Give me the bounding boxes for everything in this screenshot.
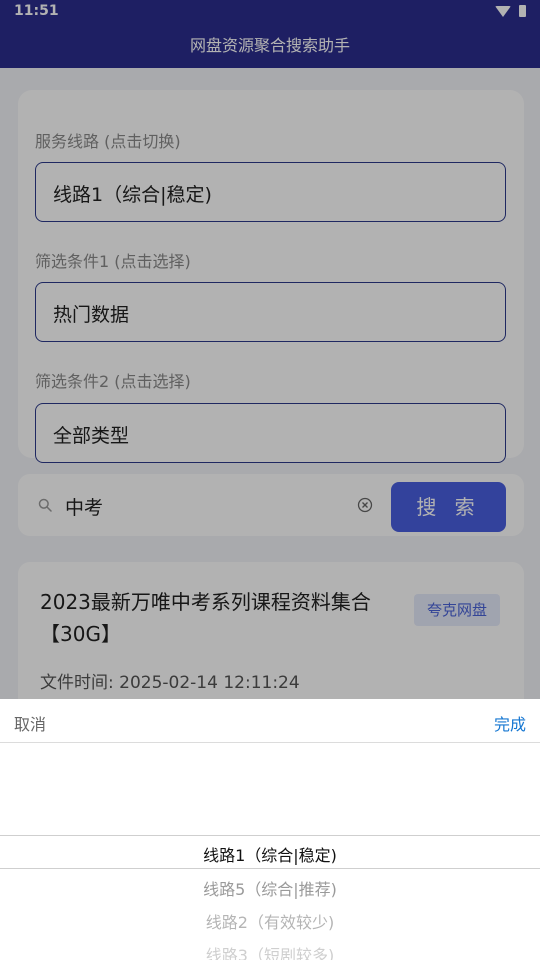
picker-selection-top-line — [0, 835, 540, 836]
picker-option[interactable]: 线路1（综合|稳定) — [0, 842, 540, 866]
picker-selection-bottom-line — [0, 868, 540, 869]
cancel-button[interactable]: 取消 — [14, 711, 46, 735]
picker-option[interactable]: 线路2（有效较少) — [0, 909, 540, 933]
picker-sheet: 取消 完成 线路1（综合|稳定) 线路5（综合|推荐) 线路2（有效较少) 线路… — [0, 699, 540, 960]
picker-option[interactable]: 线路5（综合|推荐) — [0, 876, 540, 900]
done-button[interactable]: 完成 — [494, 711, 526, 735]
picker-option[interactable]: 线路3（短剧较多) — [0, 942, 540, 960]
picker-header: 取消 完成 — [0, 699, 540, 743]
